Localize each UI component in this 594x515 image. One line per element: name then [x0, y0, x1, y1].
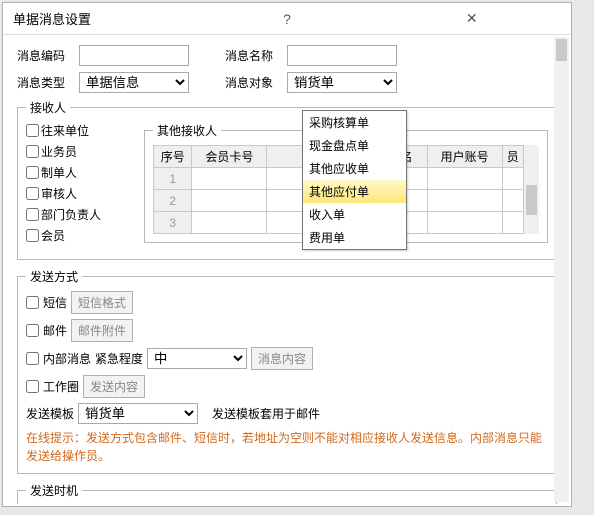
- close-icon[interactable]: ✕: [382, 10, 561, 27]
- chk-recipient-1[interactable]: 业务员: [26, 143, 136, 160]
- chk-sms[interactable]: [26, 296, 39, 309]
- dialog-title: 单据消息设置: [13, 9, 192, 28]
- label-msg-target: 消息对象: [225, 74, 281, 91]
- fieldset-send-timing: 发送时机 保存 审核 弃审 删除 取消中止 中止: [17, 482, 557, 504]
- titlebar: 单据消息设置 ? ✕: [3, 3, 571, 35]
- fieldset-send-method: 发送方式 短信 短信格式 邮件 邮件附件 内部消息 紧急程度 中 消息内容 工作…: [17, 268, 557, 474]
- btn-workring-content[interactable]: 发送内容: [83, 375, 145, 398]
- dropdown-msg-target[interactable]: 采购核算单 现金盘点单 其他应收单 其他应付单 收入单 费用单: [302, 110, 407, 250]
- legend-other-recipients: 其他接收人: [153, 122, 221, 139]
- chk-recipient-5[interactable]: 会员: [26, 227, 136, 244]
- legend-send-timing: 发送时机: [26, 482, 82, 499]
- legend-send-method: 发送方式: [26, 268, 82, 285]
- legend-recipients: 接收人: [26, 99, 70, 116]
- chk-recipient-2[interactable]: 制单人: [26, 164, 136, 181]
- recipient-checklist: 往来单位 业务员 制单人 审核人 部门负责人 会员: [26, 122, 136, 251]
- chk-recipient-4[interactable]: 部门负责人: [26, 206, 136, 223]
- warning-text: 在线提示：发送方式包含邮件、短信时，若地址为空则不能对相应接收人发送信息。内部消…: [26, 429, 548, 465]
- dialog-body: 消息编码 消息名称 消息类型 单据信息 消息对象 销货单 接收人 往来单位 业务…: [3, 35, 571, 504]
- chk-recipient-0[interactable]: 往来单位: [26, 122, 136, 139]
- chk-workring[interactable]: [26, 380, 39, 393]
- dropdown-option[interactable]: 费用单: [303, 226, 406, 249]
- table-scrollbar-v[interactable]: [524, 145, 539, 234]
- btn-mail-attach[interactable]: 邮件附件: [71, 319, 133, 342]
- dropdown-option[interactable]: 采购核算单: [303, 111, 406, 134]
- select-msg-type[interactable]: 单据信息: [79, 72, 189, 93]
- label-msg-name: 消息名称: [225, 47, 281, 64]
- dialog-scrollbar-v[interactable]: [554, 37, 569, 502]
- dialog: 单据消息设置 ? ✕ 消息编码 消息名称 消息类型 单据信息 消息对象 销货单 …: [2, 2, 572, 507]
- help-icon[interactable]: ?: [198, 11, 377, 27]
- input-msg-code[interactable]: [79, 45, 189, 66]
- dropdown-option[interactable]: 收入单: [303, 203, 406, 226]
- label-msg-type: 消息类型: [17, 74, 73, 91]
- btn-msg-content[interactable]: 消息内容: [251, 347, 313, 370]
- select-urgency[interactable]: 中: [147, 348, 247, 369]
- input-msg-name[interactable]: [287, 45, 397, 66]
- dropdown-option-highlighted[interactable]: 其他应付单: [303, 180, 406, 203]
- select-template[interactable]: 销货单: [78, 403, 198, 424]
- scrollbar-thumb[interactable]: [556, 39, 567, 61]
- btn-sms-format[interactable]: 短信格式: [71, 291, 133, 314]
- chk-internal[interactable]: [26, 352, 39, 365]
- chk-recipient-3[interactable]: 审核人: [26, 185, 136, 202]
- select-msg-target[interactable]: 销货单: [287, 72, 397, 93]
- fieldset-recipients: 接收人 往来单位 业务员 制单人 审核人 部门负责人 会员 其他接收人: [17, 99, 557, 260]
- label-msg-code: 消息编码: [17, 47, 73, 64]
- chk-mail[interactable]: [26, 324, 39, 337]
- dropdown-option[interactable]: 其他应收单: [303, 157, 406, 180]
- dropdown-option[interactable]: 现金盘点单: [303, 134, 406, 157]
